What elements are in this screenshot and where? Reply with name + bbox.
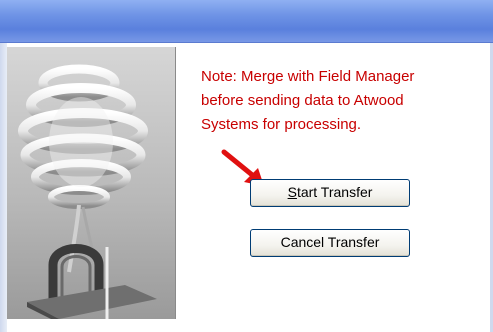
title-bar[interactable] [0,0,493,43]
transfer-dialog: Note: Merge with Field Manager before se… [0,0,493,332]
spiral-sculpture-image [7,47,176,319]
note-line-1: Note: Merge with Field Manager [201,68,415,85]
start-transfer-label-rest: tart Transfer [296,184,373,200]
cancel-transfer-label: Cancel Transfer [280,234,380,250]
spiral-sculpture-illustration [7,47,175,319]
note-line-3: Systems for processing. [201,116,362,133]
note-line-2: before sending data to Atwood [201,92,404,109]
cancel-transfer-button[interactable]: Cancel Transfer [250,229,410,257]
merge-note: Note: Merge with Field Manager before se… [201,65,476,137]
window-frame-left [0,43,7,332]
start-transfer-button[interactable]: Start Transfer [250,179,410,207]
start-transfer-accelerator: S [287,184,297,200]
start-transfer-label: Start Transfer [288,180,373,205]
